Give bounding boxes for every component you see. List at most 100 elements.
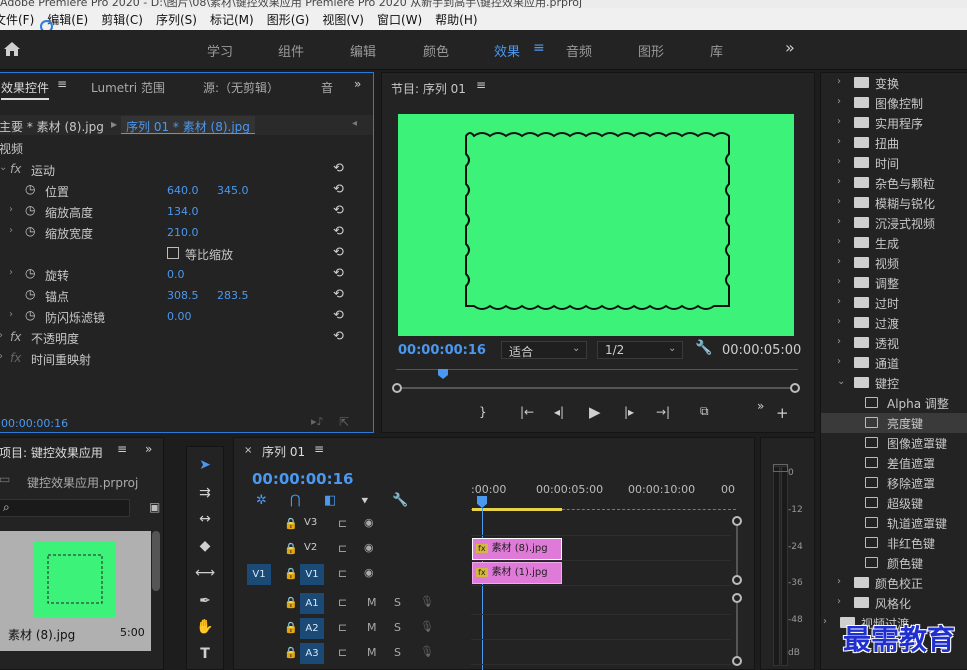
audio-scroll-handle-top[interactable] [732, 593, 742, 603]
menu-marker[interactable]: 标记(M) [210, 11, 254, 28]
mic-icon[interactable]: 🎙 [420, 595, 434, 608]
workspace-tab-color[interactable]: 颜色 [423, 41, 449, 60]
rotation-value[interactable]: 0.0 [167, 268, 185, 281]
sync-lock-icon[interactable]: ⊏ [338, 542, 347, 555]
chevron-right-icon[interactable]: › [837, 596, 841, 607]
position-y-value[interactable]: 345.0 [217, 184, 249, 197]
chevron-right-icon[interactable]: › [837, 356, 841, 367]
step-back-icon[interactable]: ◂| [554, 405, 564, 419]
stopwatch-icon[interactable]: ◷ [25, 182, 35, 196]
chevron-right-icon[interactable]: › [837, 576, 841, 587]
expand-arrow-icon[interactable]: › [0, 351, 3, 362]
effect-folder[interactable]: › 过渡 [821, 313, 967, 333]
stopwatch-icon[interactable]: ◷ [25, 308, 35, 322]
menu-file[interactable]: 文件(F) [0, 11, 34, 28]
play-icon[interactable]: ▶ [589, 403, 601, 421]
reset-icon[interactable]: ⟲ [333, 161, 344, 176]
audio-scroll-handle-bottom[interactable] [732, 656, 742, 666]
stopwatch-icon[interactable]: ◷ [25, 203, 35, 217]
timeline-settings-icon[interactable]: 🔧 [392, 493, 408, 508]
effect-folder[interactable]: › 时间 [821, 153, 967, 173]
workspace-overflow-icon[interactable]: » [785, 38, 795, 57]
track-lane[interactable] [471, 616, 731, 640]
hand-tool-icon[interactable]: ✋ [195, 619, 215, 639]
uniform-scale-checkbox[interactable] [167, 247, 179, 259]
reset-icon[interactable]: ⟲ [333, 182, 344, 197]
workspace-tab-assembly[interactable]: 组件 [278, 41, 304, 60]
clip-thumbnail-tile[interactable]: 素材 (8).jpg 5:00 [0, 531, 151, 651]
fit-dropdown[interactable]: 适合 ⌄ [501, 341, 587, 359]
effect-folder[interactable]: › 图像控制 [821, 93, 967, 113]
tab-lumetri-scopes[interactable]: Lumetri 范围 [91, 79, 165, 96]
clip-v2[interactable]: fx 素材 (8).jpg [472, 538, 562, 560]
master-clip-label[interactable]: 主要 * 素材 (8).jpg [0, 118, 104, 135]
effect-preset[interactable]: Alpha 调整 [821, 393, 967, 413]
project-scrollbar[interactable] [152, 531, 160, 591]
effect-folder[interactable]: › 实用程序 [821, 113, 967, 133]
effect-folder[interactable]: › 透视 [821, 333, 967, 353]
sync-lock-icon[interactable]: ⊏ [338, 621, 347, 634]
expand-arrow-icon[interactable]: ⌄ [0, 162, 7, 173]
menu-clip[interactable]: 剪辑(C) [101, 11, 143, 28]
chevron-right-icon[interactable]: › [823, 616, 827, 627]
home-icon[interactable] [3, 40, 21, 58]
reset-icon[interactable]: ⟲ [333, 203, 344, 218]
workspace-tab-effects[interactable]: 效果 [494, 41, 520, 60]
meter-peak-indicator[interactable] [773, 464, 788, 472]
expand-arrow-icon[interactable]: › [9, 225, 13, 236]
eye-icon[interactable]: ◉ [364, 516, 374, 529]
fx-badge-icon[interactable]: fx [10, 330, 21, 344]
expand-arrow-icon[interactable]: › [9, 309, 13, 320]
slip-tool-icon[interactable]: ⟷ [195, 565, 215, 585]
expand-arrow-icon[interactable]: › [9, 204, 13, 215]
reset-icon[interactable]: ⟲ [333, 266, 344, 281]
tabs-overflow-icon[interactable]: » [354, 77, 361, 91]
clip-v1[interactable]: fx 素材 (1).jpg [472, 562, 562, 584]
track-name-label[interactable]: V2 [304, 542, 317, 553]
chevron-right-icon[interactable]: › [837, 96, 841, 107]
effect-preset[interactable]: 差值遮罩 [821, 453, 967, 473]
track-target-button[interactable]: A1 [300, 593, 324, 614]
effect-folder[interactable]: › 模糊与锐化 [821, 193, 967, 213]
effect-preset[interactable]: 超级键 [821, 493, 967, 513]
mic-icon[interactable]: 🎙 [420, 645, 434, 658]
mark-out-icon[interactable]: } [479, 405, 487, 419]
workspace-tab-audio[interactable]: 音频 [566, 41, 592, 60]
video-frame[interactable] [398, 114, 794, 336]
track-target-button[interactable]: A3 [300, 643, 324, 664]
program-ruler[interactable] [396, 369, 798, 379]
track-lane[interactable] [471, 512, 731, 536]
effect-folder[interactable]: › 过时 [821, 293, 967, 313]
track-lane[interactable] [471, 591, 731, 615]
chevron-right-icon[interactable]: › [837, 216, 841, 227]
tab-source[interactable]: 源:（无剪辑） [203, 79, 279, 96]
scale-height-value[interactable]: 134.0 [167, 205, 199, 218]
video-scroll-handle-top[interactable] [732, 516, 742, 526]
project-title[interactable]: 项目: 键控效果应用 [0, 444, 103, 461]
project-search-input[interactable]: ⌕ [0, 499, 130, 517]
track-select-tool-icon[interactable]: ⇉ [195, 485, 215, 505]
selection-tool-icon[interactable]: ➤ [195, 457, 215, 477]
razor-tool-icon[interactable]: ◆ [195, 538, 215, 558]
effect-preset[interactable]: 颜色键 [821, 553, 967, 573]
chevron-right-icon[interactable]: › [837, 316, 841, 327]
chevron-right-icon[interactable]: › [837, 276, 841, 287]
effect-folder[interactable]: › 风格化 [821, 593, 967, 613]
type-tool-icon[interactable]: T [195, 646, 215, 666]
effect-folder[interactable]: › 视频 [821, 253, 967, 273]
effect-folder[interactable]: › 颜色校正 [821, 573, 967, 593]
timeline-timecode[interactable]: 00:00:00:16 [252, 470, 354, 488]
mute-button[interactable]: M [367, 596, 377, 609]
tab-effect-controls[interactable]: 效果控件 [1, 79, 50, 100]
reset-icon[interactable]: ⟲ [333, 224, 344, 239]
menu-edit[interactable]: 编辑(E) [47, 11, 88, 28]
chevron-right-icon[interactable]: › [837, 296, 841, 307]
expand-arrow-icon[interactable]: › [9, 267, 13, 278]
reset-icon[interactable]: ⟲ [333, 308, 344, 323]
source-patch-button[interactable]: V1 [247, 564, 271, 585]
menu-sequence[interactable]: 序列(S) [156, 11, 197, 28]
sync-lock-icon[interactable]: ⊏ [338, 567, 347, 580]
track-target-button[interactable]: V1 [300, 564, 324, 585]
effect-preset[interactable]: 图像遮罩键 [821, 433, 967, 453]
chevron-right-icon[interactable]: › [837, 136, 841, 147]
